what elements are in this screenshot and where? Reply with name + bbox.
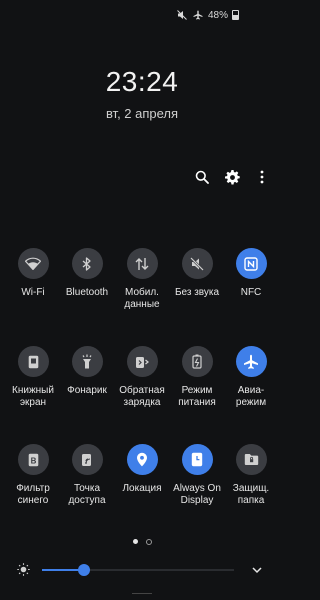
tile-aod[interactable]: Always On Display (167, 444, 227, 507)
mobile-data-icon (126, 248, 158, 279)
flashlight-icon (71, 346, 103, 377)
tile-mobile-data[interactable]: Мобил. данные (112, 248, 172, 311)
svg-text:B: B (30, 456, 36, 465)
tile-label: Обратная зарядка (119, 385, 165, 408)
clock-icon (181, 444, 213, 475)
tile-secure-folder[interactable]: Защищ. папка (221, 444, 281, 507)
tile-label: Точка доступа (68, 483, 106, 506)
page-dot[interactable] (145, 539, 152, 545)
panel-actions (194, 169, 270, 185)
location-icon (126, 444, 158, 475)
secure-folder-icon (235, 444, 267, 475)
wifi-icon (17, 248, 49, 279)
tile-label: Локация (122, 483, 162, 494)
tile-label: Защищ. папка (232, 483, 270, 506)
tile-silent[interactable]: Без звука (167, 248, 227, 299)
drag-handle[interactable] (132, 593, 152, 594)
brightness-track[interactable] (42, 564, 234, 576)
gear-icon[interactable] (224, 169, 240, 185)
tile-label: Фонарик (67, 385, 107, 396)
blue-filter-icon: B (17, 444, 49, 475)
battery-text: 48% (207, 9, 228, 21)
tile-wifi[interactable]: Wi-Fi (3, 248, 63, 299)
bluetooth-icon (71, 248, 103, 279)
more-icon[interactable] (254, 169, 270, 185)
brightness-thumb[interactable] (78, 564, 91, 576)
tile-power-mode[interactable]: Режим питания (167, 346, 227, 409)
airplane-icon (192, 9, 204, 21)
airplane-icon (235, 346, 267, 377)
brightness-icon (17, 563, 30, 576)
clock: 23:24 (105, 66, 179, 97)
reverse-charge-icon (126, 346, 158, 377)
mute-icon (176, 9, 188, 21)
tile-label: Мобил. данные (124, 287, 160, 310)
tile-row: Книжный экран Фонарик Обратная зарядка Реж… (0, 346, 284, 444)
tile-label: Книжный экран (12, 385, 54, 408)
status-bar: 48% (176, 9, 239, 21)
tile-nfc[interactable]: NFC (221, 248, 281, 299)
search-icon[interactable] (194, 169, 210, 185)
date: вт, 2 апреля (105, 106, 179, 121)
mute-icon (181, 248, 213, 279)
tile-reverse-charge[interactable]: Обратная зарядка (112, 346, 172, 409)
hotspot-icon (71, 444, 103, 475)
tile-flashlight[interactable]: Фонарик (57, 346, 117, 397)
chevron-down-icon[interactable] (250, 563, 264, 577)
tile-airplane[interactable]: Авиа-режим (221, 346, 281, 409)
tile-label: Фильтр синего (16, 483, 50, 506)
tile-label: NFC (240, 287, 262, 298)
tile-book-screen[interactable]: Книжный экран (3, 346, 63, 409)
tile-label: Без звука (174, 287, 220, 298)
tile-blue-filter[interactable]: B Фильтр синего (3, 444, 63, 507)
quick-settings-grid: Wi-Fi Bluetooth Мобил. данные Без звука N… (0, 248, 284, 542)
brightness-slider (0, 559, 284, 581)
tile-label: Режим питания (178, 385, 216, 408)
tile-bluetooth[interactable]: Bluetooth (57, 248, 117, 299)
tile-row: Wi-Fi Bluetooth Мобил. данные Без звука N… (0, 248, 284, 346)
battery-icon (231, 10, 239, 20)
nfc-icon (235, 248, 267, 279)
page-indicator (0, 539, 284, 545)
tile-label: Wi-Fi (21, 287, 45, 298)
tile-location[interactable]: Локация (112, 444, 172, 495)
tile-hotspot[interactable]: Точка доступа (57, 444, 117, 507)
book-icon (17, 346, 49, 377)
tile-row: B Фильтр синего Точка доступа Локация Alwa… (0, 444, 284, 542)
page-dot-active[interactable] (132, 539, 138, 544)
tile-label: Bluetooth (65, 287, 109, 298)
battery-mode-icon (181, 346, 213, 377)
tile-label: Авиа-режим (235, 385, 267, 408)
tile-label: Always On Display (173, 483, 221, 506)
